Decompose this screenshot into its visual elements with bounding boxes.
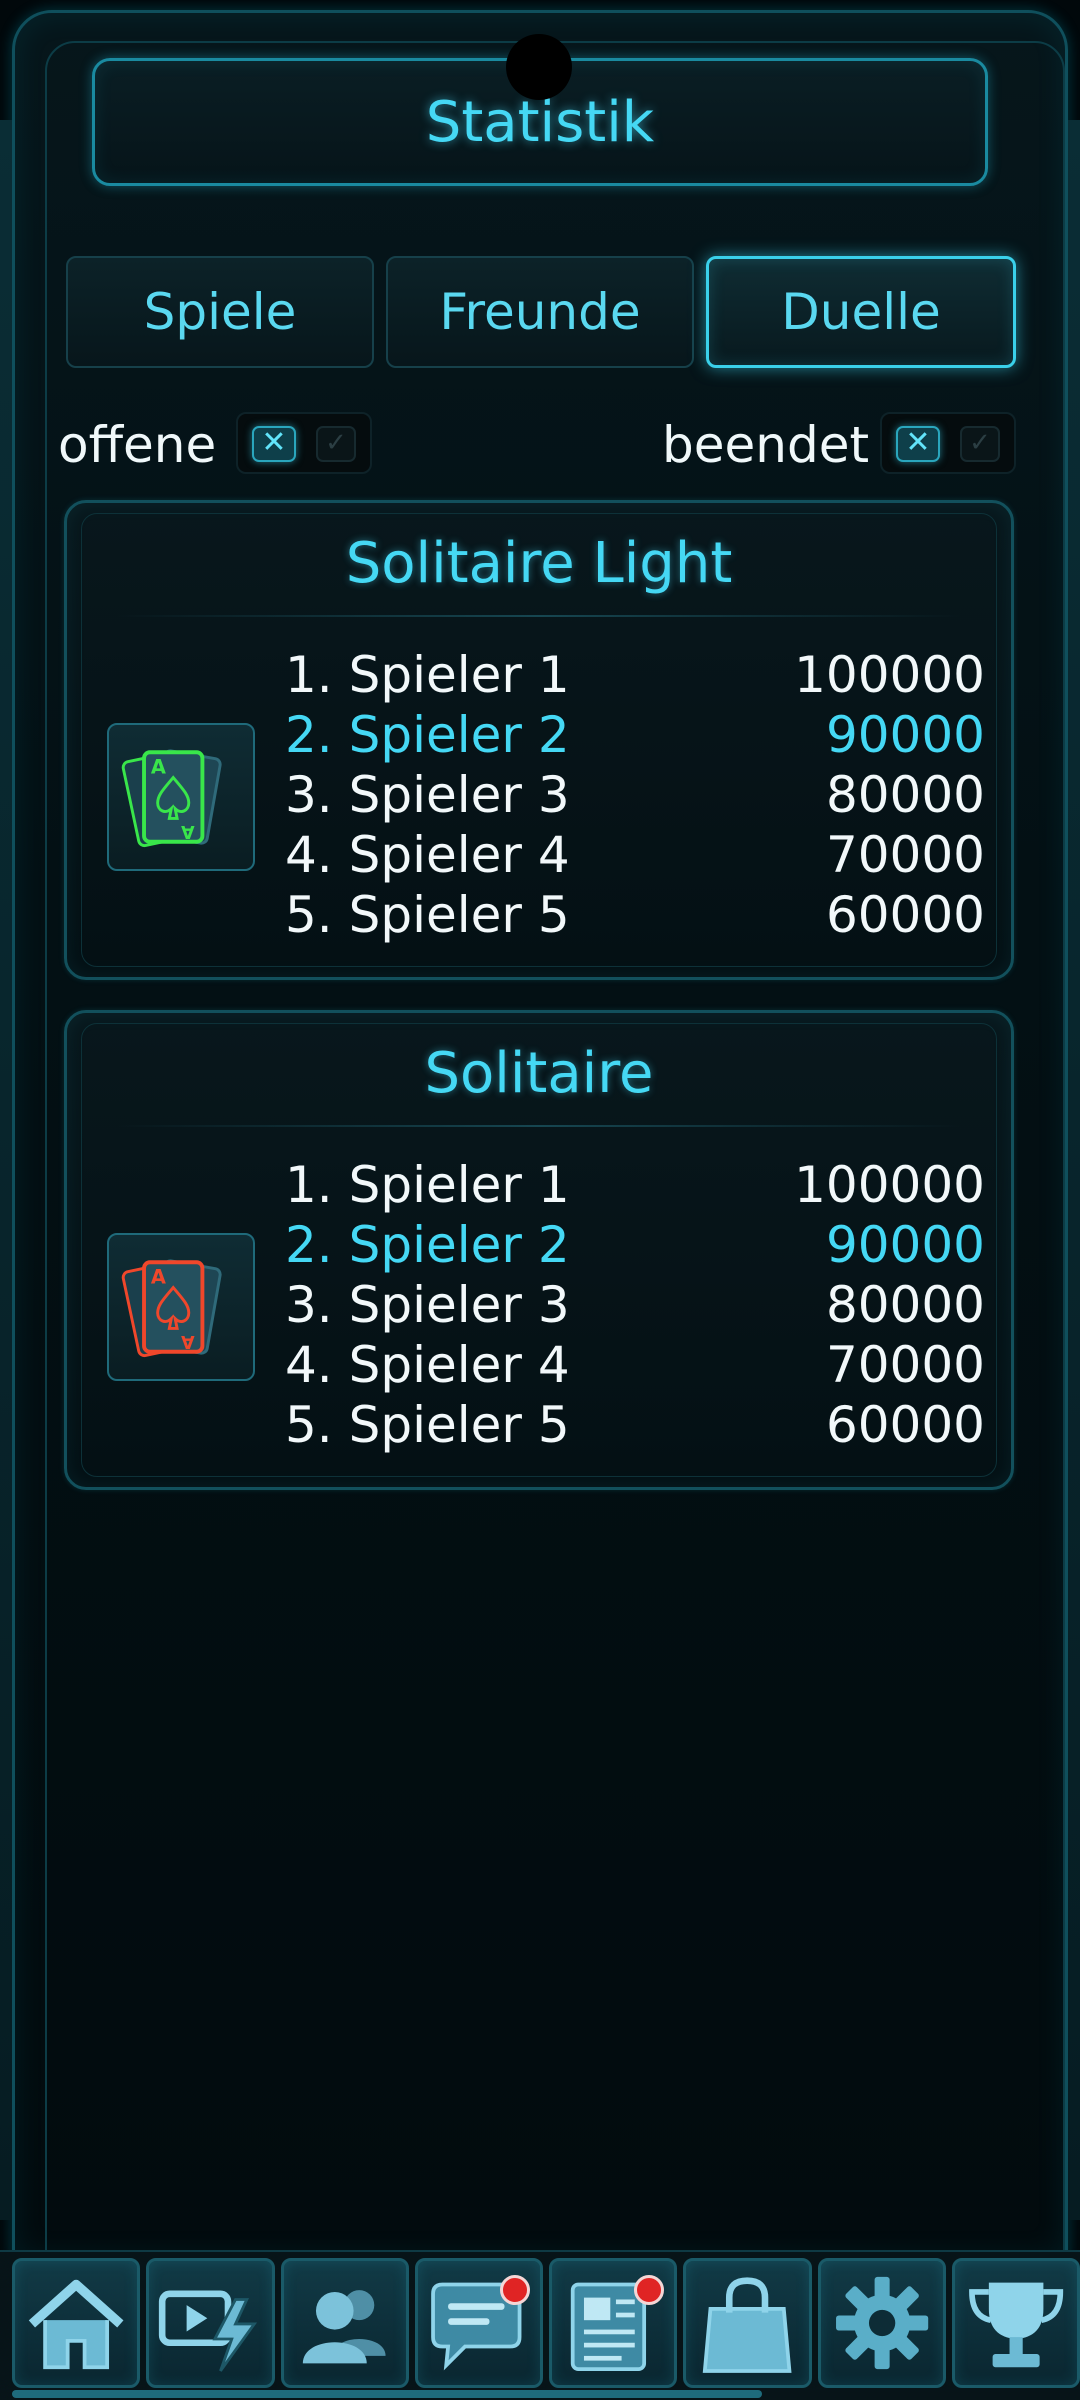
nav-news-button[interactable] (549, 2258, 678, 2388)
tab-freunde[interactable]: Freunde (386, 256, 694, 368)
leaderboard-card-solitaire: Solitaire A A 1. Spieler 1 100000 2. Spie… (64, 1010, 1014, 1490)
nav-scroll-indicator (12, 2390, 762, 2398)
nav-video-button[interactable] (146, 2258, 275, 2388)
rank-list: 1. Spieler 1 100000 2. Spieler 2 90000 3. … (285, 1155, 985, 1455)
filter-open-label: offene (58, 416, 217, 474)
player-name: 5. Spieler 5 (285, 886, 570, 944)
rank-row-highlighted: 2. Spieler 2 90000 (285, 705, 985, 765)
rank-row: 5. Spieler 5 60000 (285, 885, 985, 945)
player-score: 90000 (825, 1216, 985, 1274)
player-score: 90000 (825, 706, 985, 764)
tab-duelle[interactable]: Duelle (706, 256, 1016, 368)
player-name: 3. Spieler 3 (285, 1276, 570, 1334)
tab-bar: Spiele Freunde Duelle (66, 256, 1016, 368)
card-title: Solitaire (424, 1041, 654, 1106)
green-spade-cards-icon: A A (107, 723, 255, 871)
nav-settings-button[interactable] (817, 2258, 946, 2388)
tab-spiele[interactable]: Spiele (66, 256, 374, 368)
nav-friends-button[interactable] (280, 2258, 409, 2388)
player-score: 100000 (794, 646, 985, 704)
filter-finished-label: beendet (662, 416, 870, 474)
settings-gear-icon (835, 2276, 928, 2370)
filter-finished-toggle[interactable]: ✕ ✓ (880, 412, 1016, 474)
nav-trophy-button[interactable] (951, 2258, 1080, 2388)
nav-chat-button[interactable] (414, 2258, 543, 2388)
player-name: 1. Spieler 1 (285, 1156, 570, 1214)
player-name: 3. Spieler 3 (285, 766, 570, 824)
rank-row: 3. Spieler 3 80000 (285, 765, 985, 825)
rank-row: 1. Spieler 1 100000 (285, 645, 985, 705)
rank-row: 4. Spieler 4 70000 (285, 1335, 985, 1395)
card-title: Solitaire Light (345, 531, 733, 596)
player-name: 4. Spieler 4 (285, 826, 570, 884)
rank-row: 4. Spieler 4 70000 (285, 825, 985, 885)
player-name: 2. Spieler 2 (285, 706, 570, 764)
player-score: 80000 (825, 1276, 985, 1334)
player-name: 1. Spieler 1 (285, 646, 570, 704)
red-spade-cards-icon: A A (107, 1233, 255, 1381)
player-score: 100000 (794, 1156, 985, 1214)
rank-row: 5. Spieler 5 60000 (285, 1395, 985, 1455)
rank-list: 1. Spieler 1 100000 2. Spieler 2 90000 3. … (285, 645, 985, 945)
player-name: 4. Spieler 4 (285, 1336, 570, 1394)
player-name: 2. Spieler 2 (285, 1216, 570, 1274)
checkmark-icon: ✓ (316, 426, 356, 462)
svg-text:A: A (181, 821, 195, 841)
svg-text:A: A (151, 756, 166, 779)
svg-text:A: A (151, 1266, 166, 1289)
filter-row: offene ✕ ✓ beendet ✕ ✓ (58, 410, 1018, 482)
home-icon (28, 2279, 124, 2370)
frame-edge-right (1066, 120, 1080, 2220)
player-score: 80000 (825, 766, 985, 824)
nav-shop-button[interactable] (683, 2258, 812, 2388)
rank-row: 1. Spieler 1 100000 (285, 1155, 985, 1215)
filter-open-toggle[interactable]: ✕ ✓ (236, 412, 372, 474)
shop-bag-icon (702, 2277, 792, 2373)
notification-badge (500, 2275, 530, 2305)
trophy-icon (968, 2282, 1063, 2368)
friends-icon (302, 2290, 386, 2364)
divider (117, 615, 961, 617)
nav-home-button[interactable] (12, 2258, 141, 2388)
video-lightning-icon (159, 2290, 258, 2372)
player-score: 60000 (825, 1396, 985, 1454)
player-name: 5. Spieler 5 (285, 1396, 570, 1454)
rank-row-highlighted: 2. Spieler 2 90000 (285, 1215, 985, 1275)
player-score: 70000 (825, 826, 985, 884)
player-score: 60000 (825, 886, 985, 944)
divider (117, 1125, 961, 1127)
camera-cutout (506, 34, 572, 100)
frame-edge-left (0, 120, 14, 2220)
leaderboard-card-solitaire-light: Solitaire Light A A 1. Spieler 1 100000 2… (64, 500, 1014, 980)
close-icon: ✕ (896, 426, 940, 462)
checkmark-icon: ✓ (960, 426, 1000, 462)
bottom-nav (0, 2250, 1080, 2400)
svg-text:A: A (181, 1331, 195, 1351)
rank-row: 3. Spieler 3 80000 (285, 1275, 985, 1335)
close-icon: ✕ (252, 426, 296, 462)
player-score: 70000 (825, 1336, 985, 1394)
